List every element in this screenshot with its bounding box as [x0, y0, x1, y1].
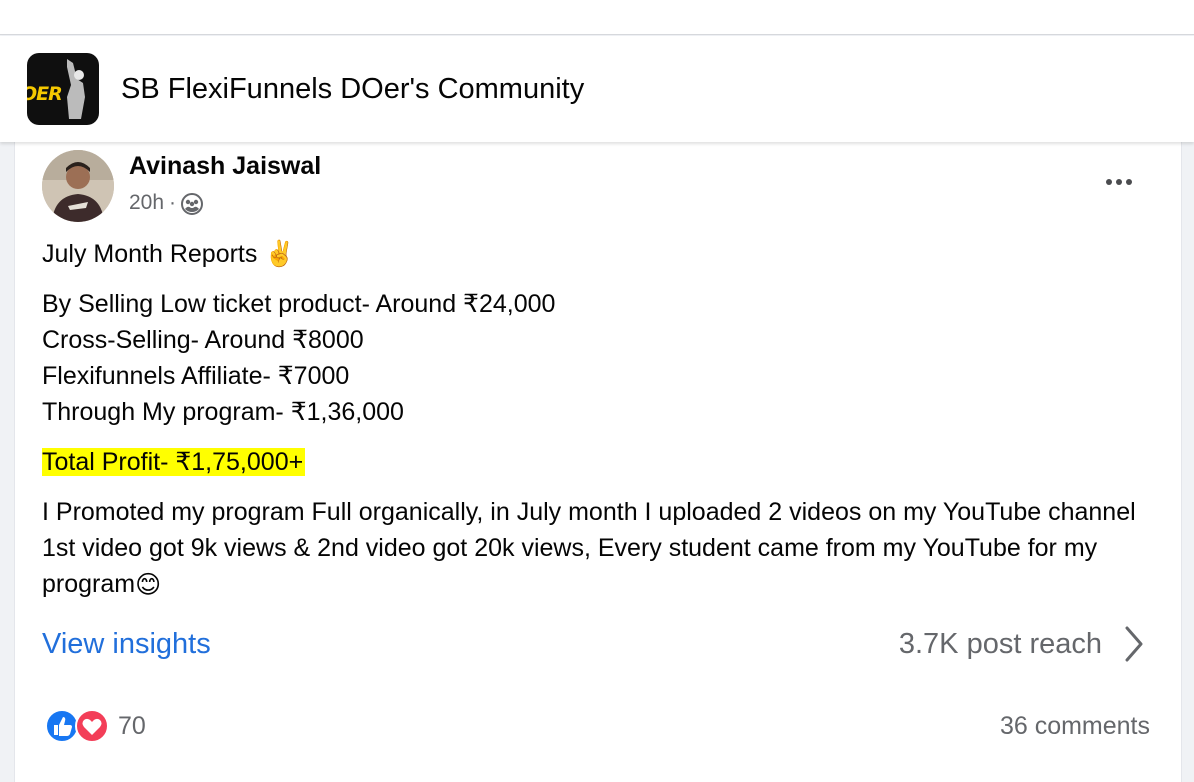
post-description: I Promoted my program Full organically, …: [42, 494, 1162, 603]
logo-text: OER: [27, 83, 63, 105]
reactions-row: 70 36 comments: [42, 704, 1152, 748]
post-reach-text: 3.7K post reach: [898, 628, 1102, 660]
group-header: OER SB FlexiFunnels DOer's Community: [0, 36, 1194, 142]
insights-row: View insights 3.7K post reach: [42, 624, 1152, 668]
total-profit-highlight: Total Profit- ₹1,75,000+: [42, 448, 306, 476]
earnings-line: Flexifunnels Affiliate- ₹7000: [42, 362, 350, 390]
earnings-line: By Selling Low ticket product- Around ₹2…: [42, 290, 556, 318]
reaction-icons[interactable]: [44, 707, 114, 745]
post-time[interactable]: 20h: [129, 191, 164, 215]
earnings-list: By Selling Low ticket product- Around ₹2…: [42, 286, 1162, 430]
more-options-icon-dot: [1126, 179, 1132, 185]
logo-figure-icon: [67, 59, 85, 119]
like-reaction-icon: [45, 709, 79, 743]
post-title: July Month Reports ✌️: [42, 240, 296, 268]
post-body: July Month Reports ✌️ By Selling Low tic…: [42, 236, 1162, 603]
chevron-right-icon[interactable]: [1118, 624, 1148, 664]
smile-emoji-icon: 😊: [135, 571, 162, 600]
earnings-line: Cross-Selling- Around ₹8000: [42, 326, 364, 354]
author-avatar[interactable]: [42, 150, 114, 222]
group-name[interactable]: SB FlexiFunnels DOer's Community: [121, 73, 584, 106]
comments-count[interactable]: 36 comments: [1000, 712, 1150, 741]
more-options-icon-dot: [1106, 179, 1112, 185]
browser-top-strip: [0, 0, 1194, 35]
post-description-text: I Promoted my program Full organically, …: [42, 498, 1136, 598]
view-insights-link[interactable]: View insights: [42, 628, 211, 661]
group-privacy-icon: [181, 193, 204, 215]
group-logo[interactable]: OER: [27, 53, 99, 125]
post-meta: 20h ·: [129, 191, 204, 215]
love-reaction-icon: [75, 709, 109, 743]
more-options-button[interactable]: [1098, 168, 1140, 196]
more-options-icon-dot: [1116, 179, 1122, 185]
meta-separator: ·: [169, 191, 177, 214]
earnings-line: Through My program- ₹1,36,000: [42, 398, 404, 426]
author-name[interactable]: Avinash Jaiswal: [129, 152, 321, 181]
reaction-count[interactable]: 70: [118, 712, 146, 741]
total-profit-line: Total Profit- ₹1,75,000+: [42, 444, 1162, 480]
avatar-photo-icon: [42, 150, 114, 222]
